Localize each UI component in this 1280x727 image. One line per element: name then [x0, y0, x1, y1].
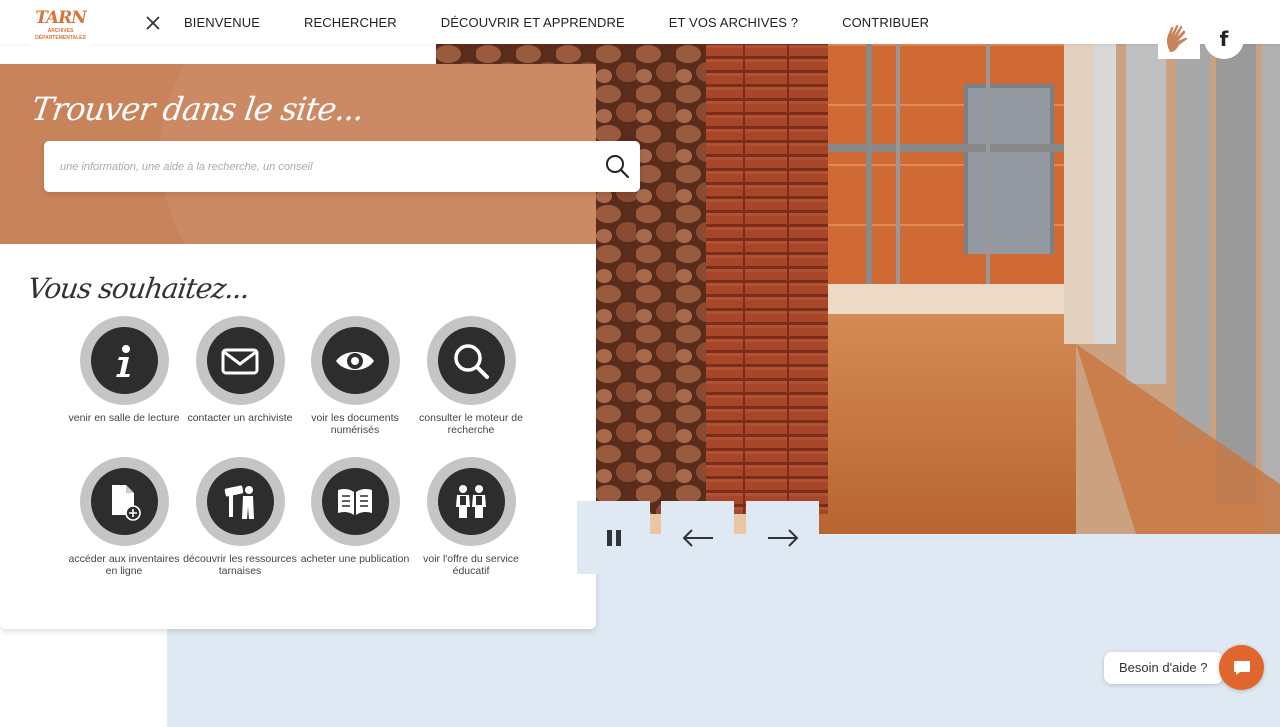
eye-icon: [336, 351, 374, 370]
main-nav: BIENVENUE RECHERCHER DÉCOUVRIR ET APPREN…: [184, 0, 973, 44]
site-search-input[interactable]: [60, 141, 590, 192]
nav-item-decouvrir[interactable]: DÉCOUVRIR ET APPRENDRE: [441, 15, 625, 30]
option-label: découvrir les ressources tarnaises: [183, 553, 297, 577]
facebook-icon: f: [1219, 27, 1229, 51]
slider-previous-button[interactable]: [661, 501, 734, 574]
pause-icon: [606, 529, 621, 546]
option-label: voir l'offre du service éducatif: [423, 553, 519, 577]
option-label: consulter le moteur de recherche: [419, 412, 523, 436]
person-with-telescope-icon: [224, 485, 254, 519]
close-menu-button[interactable]: [142, 12, 164, 34]
envelope-icon: [221, 348, 259, 374]
option-contacter-archiviste[interactable]: contacter un archiviste: [182, 316, 298, 424]
search-box: [44, 141, 640, 192]
option-service-educatif[interactable]: voir l'offre du service éducatif: [413, 457, 529, 577]
options-title: Vous souhaitez...: [25, 272, 252, 305]
open-book-icon: [338, 488, 372, 515]
nav-item-vos-archives[interactable]: ET VOS ARCHIVES ?: [669, 15, 798, 30]
search-title: Trouver dans le site...: [29, 90, 366, 128]
header-actions: f: [1158, 19, 1244, 59]
arrow-right-icon: [767, 528, 798, 547]
option-ressources-tarnaises[interactable]: découvrir les ressources tarnaises: [182, 457, 298, 577]
sign-language-button[interactable]: [1158, 19, 1200, 59]
option-salle-lecture[interactable]: venir en salle de lecture: [66, 316, 182, 424]
sign-language-hand-icon: [1166, 24, 1188, 52]
info-icon: [116, 344, 130, 377]
option-label: venir en salle de lecture: [68, 412, 180, 424]
option-label: acheter une publication: [300, 553, 410, 565]
option-label: accéder aux inventaires en ligne: [68, 553, 180, 577]
facebook-button[interactable]: f: [1204, 19, 1244, 59]
options-panel: Vous souhaitez... venir en salle de lect…: [0, 244, 596, 629]
nav-item-rechercher[interactable]: RECHERCHER: [304, 15, 397, 30]
option-moteur-recherche[interactable]: consulter le moteur de recherche: [413, 316, 529, 436]
logo-subtitle: ARCHIVES DÉPARTEMENTALES: [35, 28, 86, 41]
nav-item-bienvenue[interactable]: BIENVENUE: [184, 15, 260, 30]
nav-item-contribuer[interactable]: CONTRIBUER: [842, 15, 929, 30]
document-plus-icon: [112, 484, 141, 521]
option-label: voir les documents numérisés: [311, 412, 399, 436]
arrow-left-icon: [682, 528, 713, 547]
slider-next-button[interactable]: [746, 501, 819, 574]
close-icon: [146, 16, 160, 30]
header: TARN ARCHIVES DÉPARTEMENTALES BIENVENUE …: [0, 0, 1280, 60]
search-submit-button[interactable]: [604, 153, 630, 179]
slider-pause-button[interactable]: [577, 501, 650, 574]
option-label: contacter un archiviste: [187, 412, 293, 424]
option-acheter-publication[interactable]: acheter une publication: [297, 457, 413, 565]
search-icon: [606, 155, 630, 179]
logo-name: TARN: [35, 8, 87, 28]
help-chat-button[interactable]: [1219, 645, 1264, 690]
option-inventaires-en-ligne[interactable]: accéder aux inventaires en ligne: [66, 457, 182, 577]
children-icon: [456, 484, 486, 518]
chat-bubble-icon: [1233, 660, 1250, 675]
help-bubble[interactable]: Besoin d'aide ?: [1104, 652, 1223, 684]
option-documents-numerises[interactable]: voir les documents numérisés: [297, 316, 413, 436]
magnifier-icon: [454, 343, 489, 379]
site-logo[interactable]: TARN ARCHIVES DÉPARTEMENTALES: [30, 6, 91, 60]
